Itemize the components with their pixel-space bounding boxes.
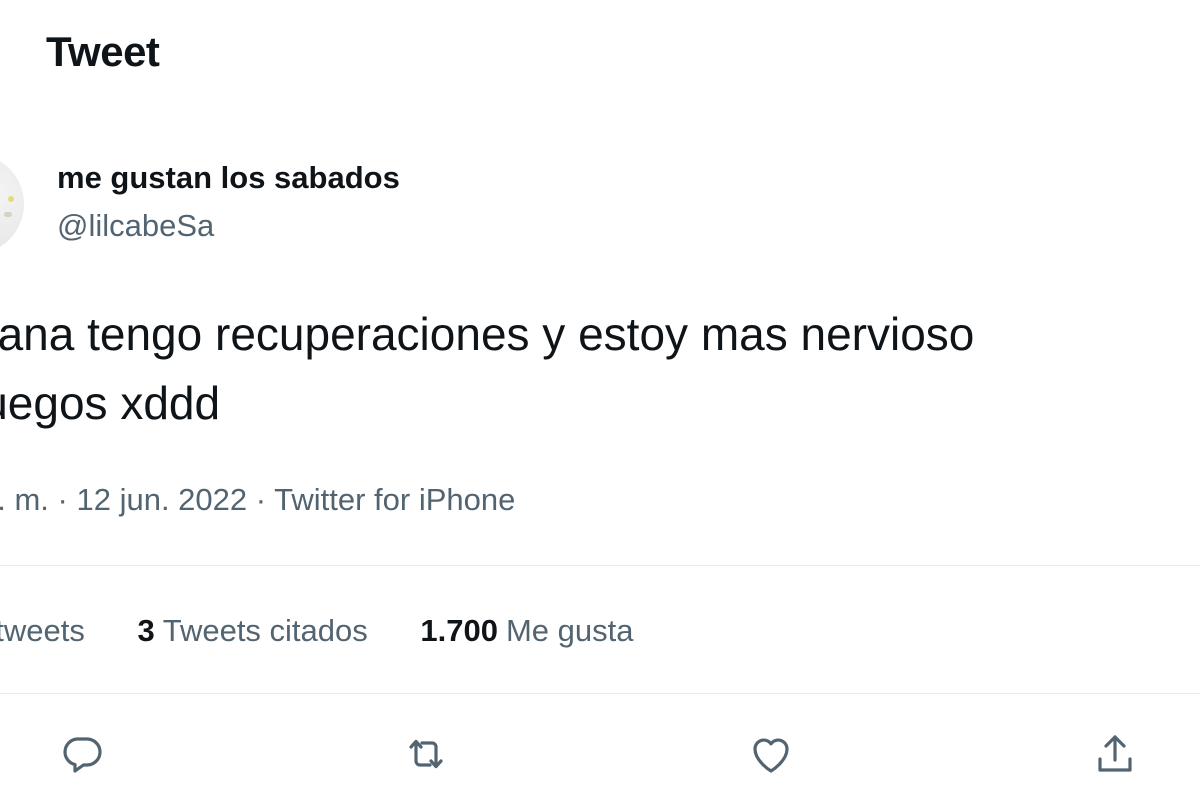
retweets-stat[interactable]: etweets [0,613,85,649]
like-button[interactable] [743,726,799,782]
tweet-page: Tweet me gustan los sabados @lilcabeSa ñ… [0,0,1200,800]
avatar-detail [8,196,14,202]
tweet-meta: a. m. · 12 jun. 2022 · Twitter for iPhon… [0,482,515,518]
reply-icon [63,737,102,773]
tweet-time[interactable]: a. m. [0,482,49,517]
likes-count: 1.700 [420,613,498,648]
likes-label: Me gusta [505,613,634,648]
avatar[interactable] [0,154,24,254]
tweet-text-line: ñana tengo recuperaciones y estoy mas ne… [0,308,975,360]
tweet-stats: etweets 3Tweets citados 1.700Me gusta [0,613,677,649]
divider [0,693,1200,694]
quote-tweets-stat[interactable]: 3 Tweets citados [137,613,367,649]
retweets-label: etweets [0,613,85,648]
tweet-actions [0,726,1200,782]
reply-button[interactable] [54,726,110,782]
meta-separator: · [57,482,68,517]
tweet-date[interactable]: 12 jun. 2022 [76,482,247,517]
quote-tweets-count: 3 [137,613,155,648]
author-handle[interactable]: @lilcabeSa [57,208,214,244]
heart-icon [753,738,789,773]
page-title: Tweet [46,28,160,75]
retweet-icon [409,739,443,769]
divider [0,565,1200,566]
avatar-detail [4,212,12,217]
tweet-source[interactable]: Twitter for iPhone [274,482,515,517]
share-icon [1098,735,1132,772]
tweet-text-line: juegos xddd [0,377,221,429]
likes-stat[interactable]: 1.700 Me gusta [420,613,633,649]
retweet-button[interactable] [398,726,454,782]
tweet-text: ñana tengo recuperaciones y estoy mas ne… [0,300,1200,438]
meta-separator: · [255,482,267,517]
quote-tweets-label: Tweets citados [162,613,368,648]
share-button[interactable] [1087,726,1143,782]
author-display-name[interactable]: me gustan los sabados [57,160,400,196]
